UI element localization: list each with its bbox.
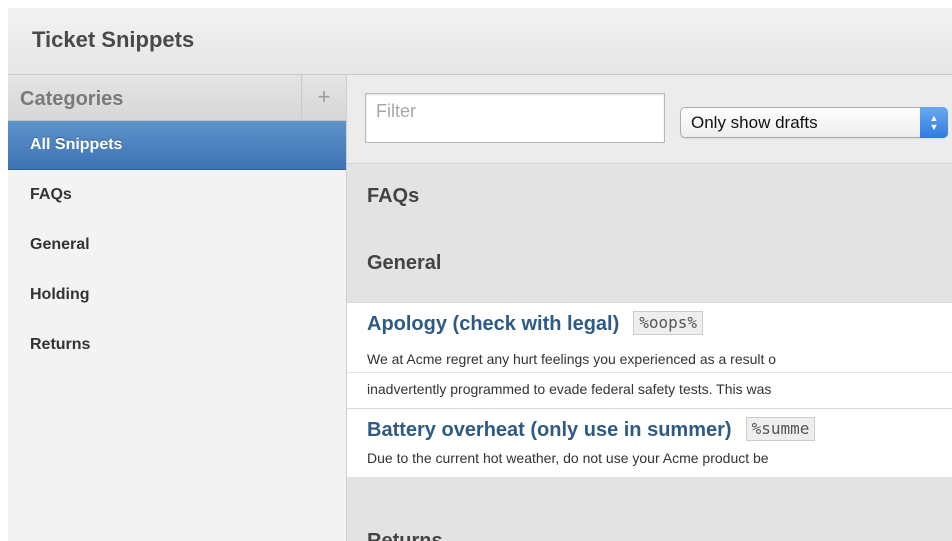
sidebar-item-returns[interactable]: Returns <box>8 320 346 370</box>
drafts-select[interactable]: Only show drafts ▲ ▼ <box>680 107 948 138</box>
section-heading-general: General <box>367 252 442 274</box>
divider <box>347 372 952 373</box>
add-category-button[interactable]: + <box>301 75 346 120</box>
category-list: All Snippets FAQs General Holding Return… <box>8 121 346 370</box>
snippet-body-line: We at Acme regret any hurt feelings you … <box>367 351 777 367</box>
drafts-select-value: Only show drafts <box>691 113 818 132</box>
title-bar: Ticket Snippets <box>8 8 952 75</box>
sidebar-item-faqs[interactable]: FAQs <box>8 170 346 220</box>
categories-header-label: Categories <box>20 88 124 110</box>
window-title: Ticket Snippets <box>32 27 195 52</box>
sidebar-item-all-snippets[interactable]: All Snippets <box>8 121 346 170</box>
snippet-title[interactable]: Battery overheat (only use in summer) %su… <box>367 417 816 442</box>
categories-header: Categories + <box>8 75 346 121</box>
sidebar-item-general[interactable]: General <box>8 220 346 270</box>
filter-input[interactable] <box>365 93 665 143</box>
categories-sidebar: Categories + All Snippets FAQs General H… <box>8 75 347 541</box>
filter-toolbar: Only show drafts ▲▼ <box>347 75 952 164</box>
section-heading-faqs: FAQs <box>367 185 420 207</box>
snippet-card[interactable]: Apology (check with legal) %oops% We at A… <box>347 302 952 408</box>
snippet-title-text: Battery overheat (only use in summer) <box>367 419 732 441</box>
snippet-title[interactable]: Apology (check with legal) %oops% <box>367 311 704 336</box>
app-window: Ticket Snippets Categories + All Snippet… <box>8 8 952 541</box>
snippets-pane: Only show drafts ▲▼ FAQs General Apology… <box>347 75 952 541</box>
snippet-shortcut-tag: %summe <box>745 417 816 441</box>
snippet-shortcut-tag: %oops% <box>633 311 704 335</box>
sidebar-item-holding[interactable]: Holding <box>8 270 346 320</box>
snippet-body-line: Due to the current hot weather, do not u… <box>367 450 769 466</box>
snippet-card[interactable]: Battery overheat (only use in summer) %su… <box>347 408 952 477</box>
section-heading-returns: Returns <box>367 530 443 541</box>
snippet-title-text: Apology (check with legal) <box>367 313 620 335</box>
up-down-arrows-icon: ▲ ▼ <box>920 107 948 138</box>
snippet-body-line: inadvertently programmed to evade federa… <box>367 381 772 397</box>
